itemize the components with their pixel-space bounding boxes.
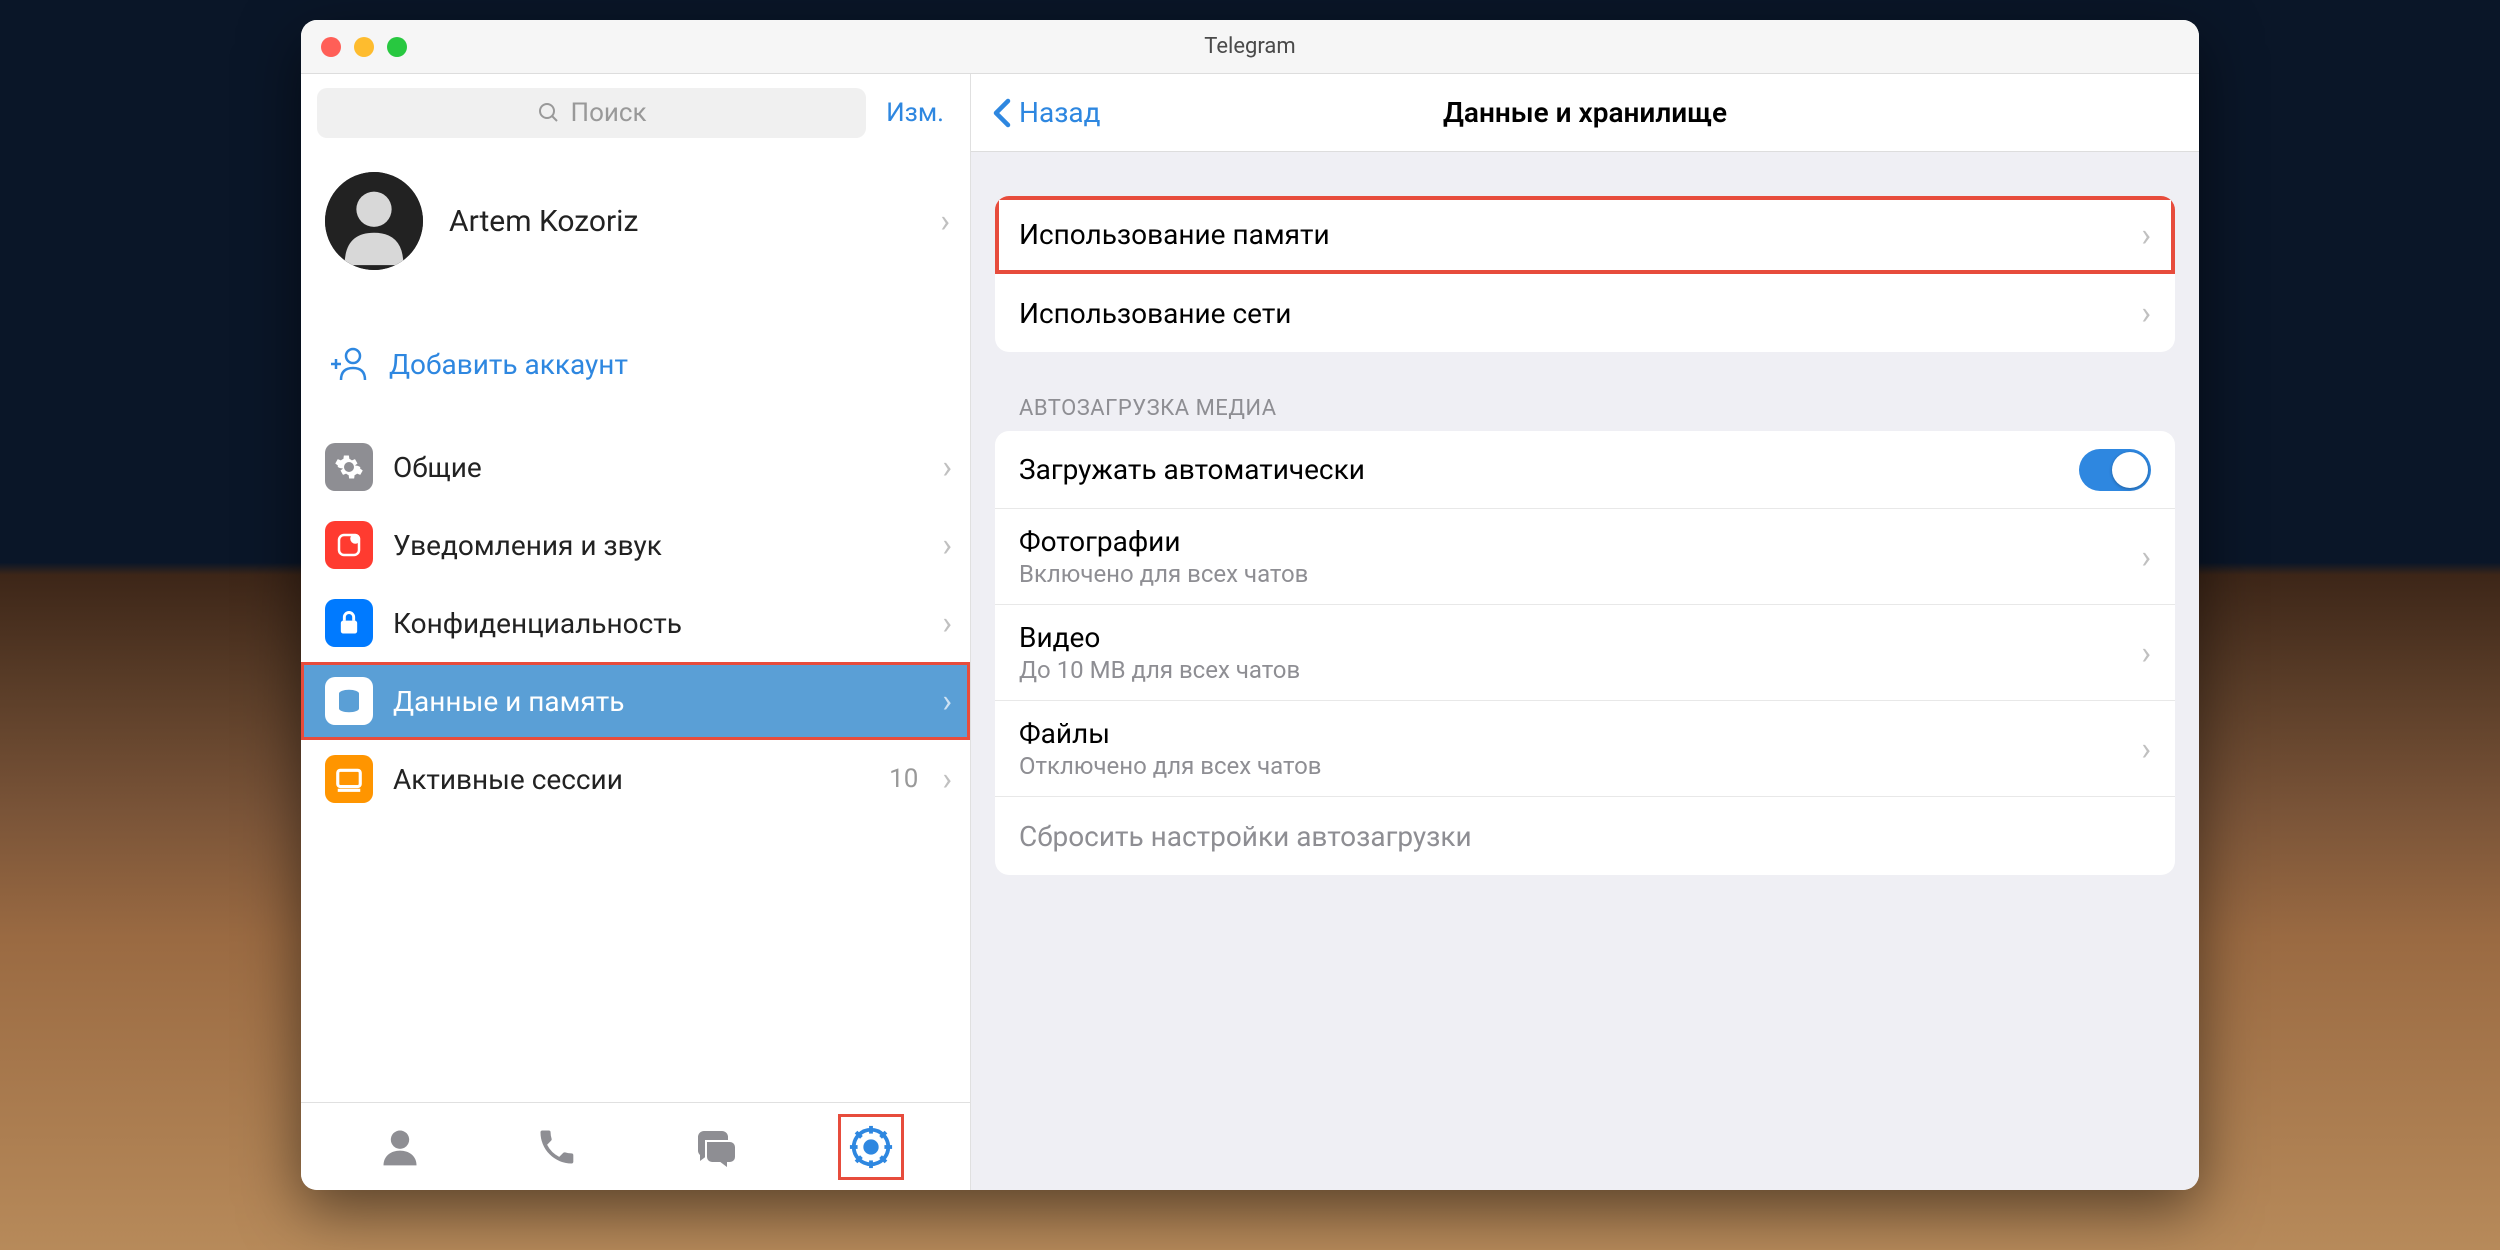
- chevron-right-icon: ›: [2141, 730, 2151, 768]
- storage-usage-row[interactable]: Использование памяти ›: [995, 196, 2175, 274]
- content-area: Поиск Изм. Artem Kozoriz › Добавить акка…: [301, 74, 2199, 1190]
- chevron-right-icon: ›: [942, 526, 952, 564]
- row-label: Фотографии: [1019, 525, 2141, 558]
- add-account-button[interactable]: Добавить аккаунт: [301, 320, 970, 408]
- auto-download-toggle-row[interactable]: Загружать автоматически: [995, 431, 2175, 509]
- sidebar-item-privacy[interactable]: Конфиденциальность ›: [301, 584, 970, 662]
- row-label: Использование памяти: [1019, 218, 2141, 251]
- tab-contacts[interactable]: [372, 1119, 428, 1175]
- sidebar-item-notifications[interactable]: Уведомления и звук ›: [301, 506, 970, 584]
- chevron-right-icon: ›: [2141, 538, 2151, 576]
- main-panel: Назад Данные и хранилище Использование п…: [971, 74, 2199, 1190]
- sidebar-item-general[interactable]: Общие ›: [301, 428, 970, 506]
- window-title: Telegram: [301, 34, 2199, 59]
- chevron-right-icon: ›: [2141, 634, 2151, 672]
- gear-icon: [325, 443, 373, 491]
- search-input[interactable]: Поиск: [317, 88, 866, 138]
- bottom-tabbar: [301, 1102, 970, 1190]
- sidebar-item-label: Активные сессии: [393, 763, 869, 796]
- profile-name: Artem Kozoriz: [449, 204, 940, 239]
- notifications-icon: [325, 521, 373, 569]
- chevron-right-icon: ›: [2141, 294, 2151, 332]
- sidebar-item-data-storage[interactable]: Данные и память ›: [301, 662, 970, 740]
- photos-row[interactable]: Фотографии Включено для всех чатов ›: [995, 509, 2175, 605]
- videos-row[interactable]: Видео До 10 MB для всех чатов ›: [995, 605, 2175, 701]
- row-subtitle: До 10 MB для всех чатов: [1019, 656, 2141, 684]
- chevron-right-icon: ›: [940, 202, 950, 240]
- add-account-label: Добавить аккаунт: [389, 348, 628, 381]
- back-label: Назад: [1019, 96, 1101, 129]
- chevron-right-icon: ›: [2141, 216, 2151, 254]
- tab-calls[interactable]: [529, 1119, 585, 1175]
- usage-section: Использование памяти › Использование сет…: [971, 196, 2199, 352]
- profile-row[interactable]: Artem Kozoriz ›: [301, 152, 970, 290]
- back-button[interactable]: Назад: [991, 96, 1101, 129]
- titlebar: Telegram: [301, 20, 2199, 74]
- chevron-right-icon: ›: [942, 760, 952, 798]
- toggle-switch[interactable]: [2079, 449, 2151, 491]
- sessions-count: 10: [889, 764, 918, 794]
- add-user-icon: [329, 344, 369, 384]
- row-label: Использование сети: [1019, 297, 2141, 330]
- search-placeholder: Поиск: [571, 98, 647, 128]
- settings-menu: Общие › Уведомления и звук › Конфиденциа…: [301, 428, 970, 818]
- chevron-right-icon: ›: [942, 448, 952, 486]
- row-label: Сбросить настройки автозагрузки: [1019, 820, 2151, 853]
- detail-header: Назад Данные и хранилище: [971, 74, 2199, 152]
- files-row[interactable]: Файлы Отключено для всех чатов ›: [995, 701, 2175, 797]
- sidebar-item-label: Уведомления и звук: [393, 529, 922, 562]
- network-usage-row[interactable]: Использование сети ›: [995, 274, 2175, 352]
- detail-title: Данные и хранилище: [971, 96, 2199, 129]
- avatar: [325, 172, 423, 270]
- search-row: Поиск Изм.: [301, 74, 970, 152]
- tab-settings[interactable]: [843, 1119, 899, 1175]
- sessions-icon: [325, 755, 373, 803]
- sidebar-item-label: Общие: [393, 451, 922, 484]
- sidebar-item-sessions[interactable]: Активные сессии 10 ›: [301, 740, 970, 818]
- section-header: АВТОЗАГРУЗКА МЕДИА: [971, 396, 2199, 431]
- usage-group: Использование памяти › Использование сет…: [995, 196, 2175, 352]
- reset-autodl-row[interactable]: Сбросить настройки автозагрузки: [995, 797, 2175, 875]
- sidebar-item-label: Данные и память: [393, 685, 922, 718]
- search-icon: [537, 101, 561, 125]
- autoload-group: Загружать автоматически Фотографии Включ…: [995, 431, 2175, 875]
- row-label: Видео: [1019, 621, 2141, 654]
- row-subtitle: Отключено для всех чатов: [1019, 752, 2141, 780]
- chevron-right-icon: ›: [942, 682, 952, 720]
- chevron-left-icon: [991, 98, 1013, 128]
- autoload-section: АВТОЗАГРУЗКА МЕДИА Загружать автоматичес…: [971, 396, 2199, 875]
- tab-chats[interactable]: [686, 1119, 742, 1175]
- database-icon: [325, 677, 373, 725]
- row-label: Файлы: [1019, 717, 2141, 750]
- sidebar: Поиск Изм. Artem Kozoriz › Добавить акка…: [301, 74, 971, 1190]
- sidebar-item-label: Конфиденциальность: [393, 607, 922, 640]
- lock-icon: [325, 599, 373, 647]
- chevron-right-icon: ›: [942, 604, 952, 642]
- row-label: Загружать автоматически: [1019, 453, 2079, 486]
- row-subtitle: Включено для всех чатов: [1019, 560, 2141, 588]
- edit-button[interactable]: Изм.: [886, 98, 944, 128]
- app-window: Telegram Поиск Изм. Artem Kozoriz ›: [301, 20, 2199, 1190]
